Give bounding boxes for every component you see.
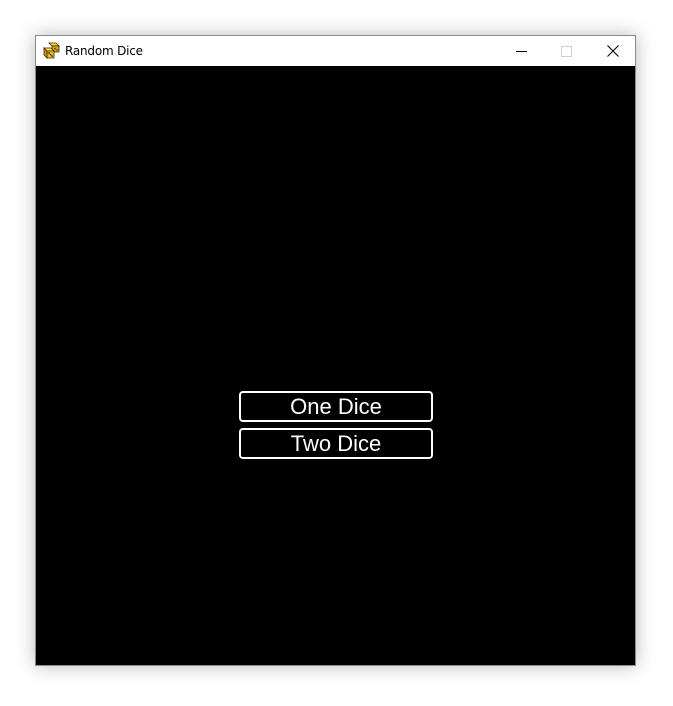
close-icon	[606, 45, 619, 57]
close-button[interactable]	[590, 36, 635, 66]
window-title: Random Dice	[65, 44, 143, 58]
dice-app-icon	[43, 42, 61, 60]
title-bar[interactable]: Random Dice	[36, 36, 635, 66]
maximize-icon	[561, 45, 572, 57]
app-window: Random Dice One Dice Two Dice	[35, 35, 636, 666]
two-dice-button[interactable]: Two Dice	[239, 428, 433, 459]
minimize-icon	[516, 46, 527, 57]
minimize-button[interactable]	[499, 36, 544, 66]
one-dice-button[interactable]: One Dice	[239, 391, 433, 422]
maximize-button	[544, 36, 589, 66]
game-canvas: One Dice Two Dice	[36, 66, 635, 665]
